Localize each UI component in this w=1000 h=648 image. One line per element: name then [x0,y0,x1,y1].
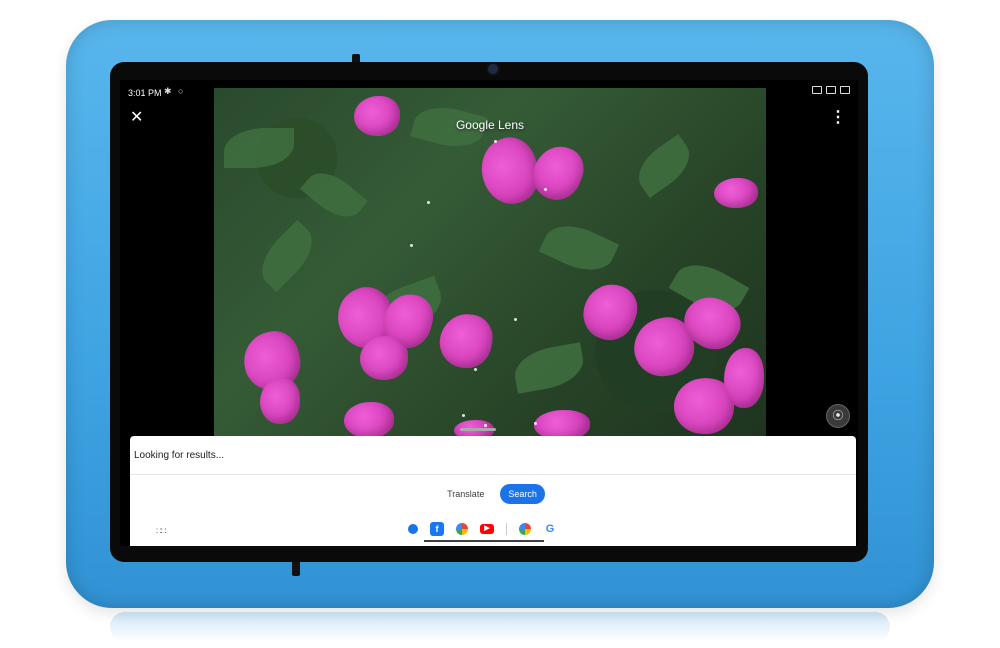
facebook-icon[interactable]: f [430,522,444,536]
photos-icon[interactable] [456,523,468,535]
mode-search-button[interactable]: Search [500,484,545,504]
lens-point [462,414,465,417]
captured-photo[interactable]: Google Lens [214,88,766,438]
flower-petal [344,402,394,438]
share-separator [506,523,507,535]
status-time: 3:01 PM [128,88,162,98]
front-camera-icon [488,64,498,74]
wifi-icon [812,86,822,94]
flower-petal [260,378,300,424]
lens-point [534,422,537,425]
share-app-row: f ▶ G [408,522,557,536]
more-options-icon[interactable]: ⋮ [830,108,846,128]
lens-point [484,424,487,427]
flower-petal [525,138,591,208]
leaf [300,162,368,228]
lens-title: Google Lens [455,118,525,132]
lens-point [427,201,430,204]
sheet-divider [130,474,856,475]
lens-point [544,188,547,191]
flower-petal [360,336,408,380]
lens-point [474,368,477,371]
messages-icon[interactable] [408,524,418,534]
results-sheet: Looking for results... Translate Search … [130,436,856,546]
flower-petal [724,348,764,408]
battery-icon [840,86,850,94]
flower-petal [534,410,590,438]
flower-petal [435,309,497,373]
sheet-drag-handle[interactable] [460,428,496,431]
tablet-screen: 3:01 PM ✱ ○ ✕ ⋮ Google Lens ⦿ Looking fo… [120,80,858,546]
leaf [538,215,620,281]
apps-grid-icon[interactable]: ∷∷ [156,526,167,537]
status-right-icons [812,86,850,94]
flower-petal [575,276,645,348]
leaf [511,342,587,394]
lens-point [410,244,413,247]
case-reflection [110,612,890,642]
youtube-icon[interactable]: ▶ [480,524,494,534]
leaf [629,134,699,198]
leaf [250,219,324,293]
results-status: Looking for results... [134,450,225,461]
leaf [224,128,294,168]
lens-point [514,318,517,321]
flower-petal [714,178,758,208]
sim-icon [826,86,836,94]
share-row-underline [424,540,544,542]
status-notification-icons: ✱ ○ [164,86,186,96]
lens-point [494,140,497,143]
close-icon[interactable]: ✕ [130,108,143,128]
lens-search-icon[interactable]: ⦿ [826,404,850,428]
mode-bar: Translate Search [130,484,856,504]
mode-translate-button[interactable]: Translate [441,484,490,504]
case-stub-bottom [292,560,300,576]
photos-icon[interactable] [519,523,531,535]
google-icon[interactable]: G [543,522,557,536]
